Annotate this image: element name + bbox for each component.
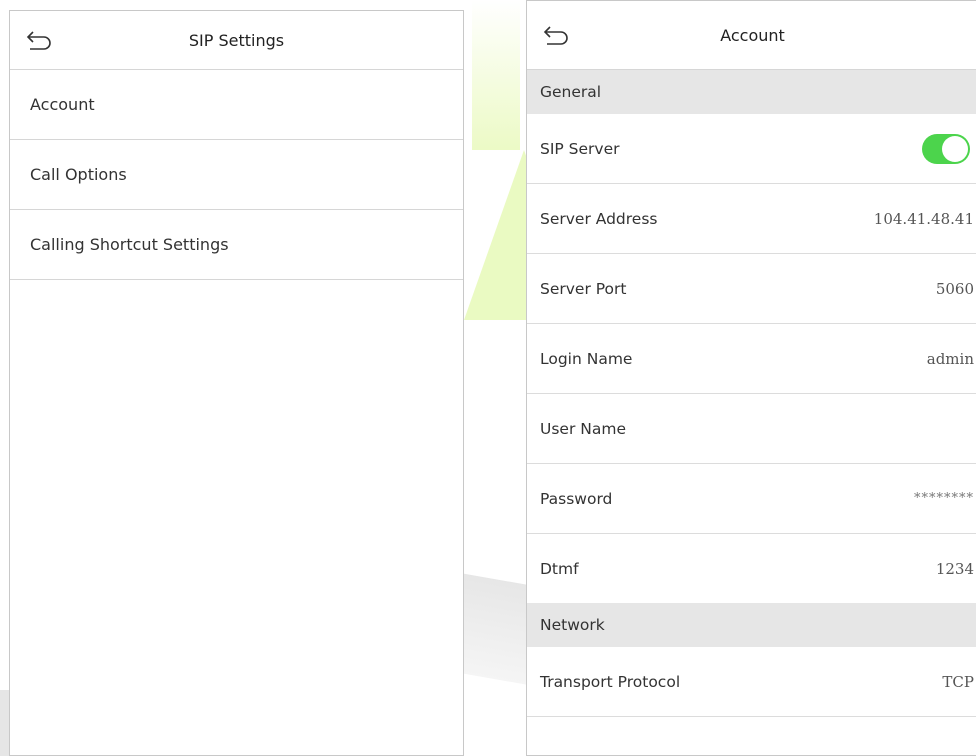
setting-row-dtmf[interactable]: Dtmf 1234 xyxy=(527,534,976,603)
setting-row-sip-server[interactable]: SIP Server xyxy=(527,114,976,184)
header: SIP Settings xyxy=(10,11,463,70)
menu-item-calling-shortcut-settings[interactable]: Calling Shortcut Settings xyxy=(10,210,463,280)
header: Account xyxy=(527,1,976,70)
setting-label: Transport Protocol xyxy=(540,672,681,691)
watermark-shape xyxy=(472,0,520,150)
setting-row-server-address[interactable]: Server Address 104.41.48.41 xyxy=(527,184,976,254)
setting-label: SIP Server xyxy=(540,139,620,158)
setting-row-login-name[interactable]: Login Name admin xyxy=(527,324,976,394)
setting-label: Login Name xyxy=(540,349,633,368)
section-header-general: General xyxy=(527,70,976,114)
setting-label: Server Port xyxy=(540,279,627,298)
setting-row-server-port[interactable]: Server Port 5060 xyxy=(527,254,976,324)
setting-value: ******** xyxy=(914,491,974,506)
sip-settings-screen: SIP Settings Account Call Options Callin… xyxy=(9,10,464,756)
setting-label: Server Address xyxy=(540,209,658,228)
menu-item-account[interactable]: Account xyxy=(10,70,463,140)
account-screen: Account General SIP Server Server Addres… xyxy=(526,0,976,756)
menu-item-label: Calling Shortcut Settings xyxy=(30,235,229,254)
setting-value: TCP xyxy=(942,672,974,691)
page-title: Account xyxy=(720,25,785,45)
setting-label: Dtmf xyxy=(540,559,579,578)
menu-item-label: Account xyxy=(30,95,95,114)
setting-row-user-name[interactable]: User Name xyxy=(527,394,976,464)
setting-label: Password xyxy=(540,489,613,508)
menu-item-call-options[interactable]: Call Options xyxy=(10,140,463,210)
setting-row-transport-protocol[interactable]: Transport Protocol TCP xyxy=(527,647,976,717)
section-header-network: Network xyxy=(527,603,976,647)
back-arrow-icon[interactable] xyxy=(541,23,571,47)
toggle-knob xyxy=(942,135,968,162)
sip-server-toggle[interactable] xyxy=(922,133,970,164)
setting-value: 1234 xyxy=(935,559,974,578)
setting-row-password[interactable]: Password ******** xyxy=(527,464,976,534)
setting-label: User Name xyxy=(540,419,626,438)
back-arrow-icon[interactable] xyxy=(24,28,54,52)
setting-value: 104.41.48.41 xyxy=(873,209,974,228)
menu-item-label: Call Options xyxy=(30,165,127,184)
setting-value: admin xyxy=(926,349,974,368)
setting-value: 5060 xyxy=(935,279,974,298)
page-title: SIP Settings xyxy=(188,30,285,50)
